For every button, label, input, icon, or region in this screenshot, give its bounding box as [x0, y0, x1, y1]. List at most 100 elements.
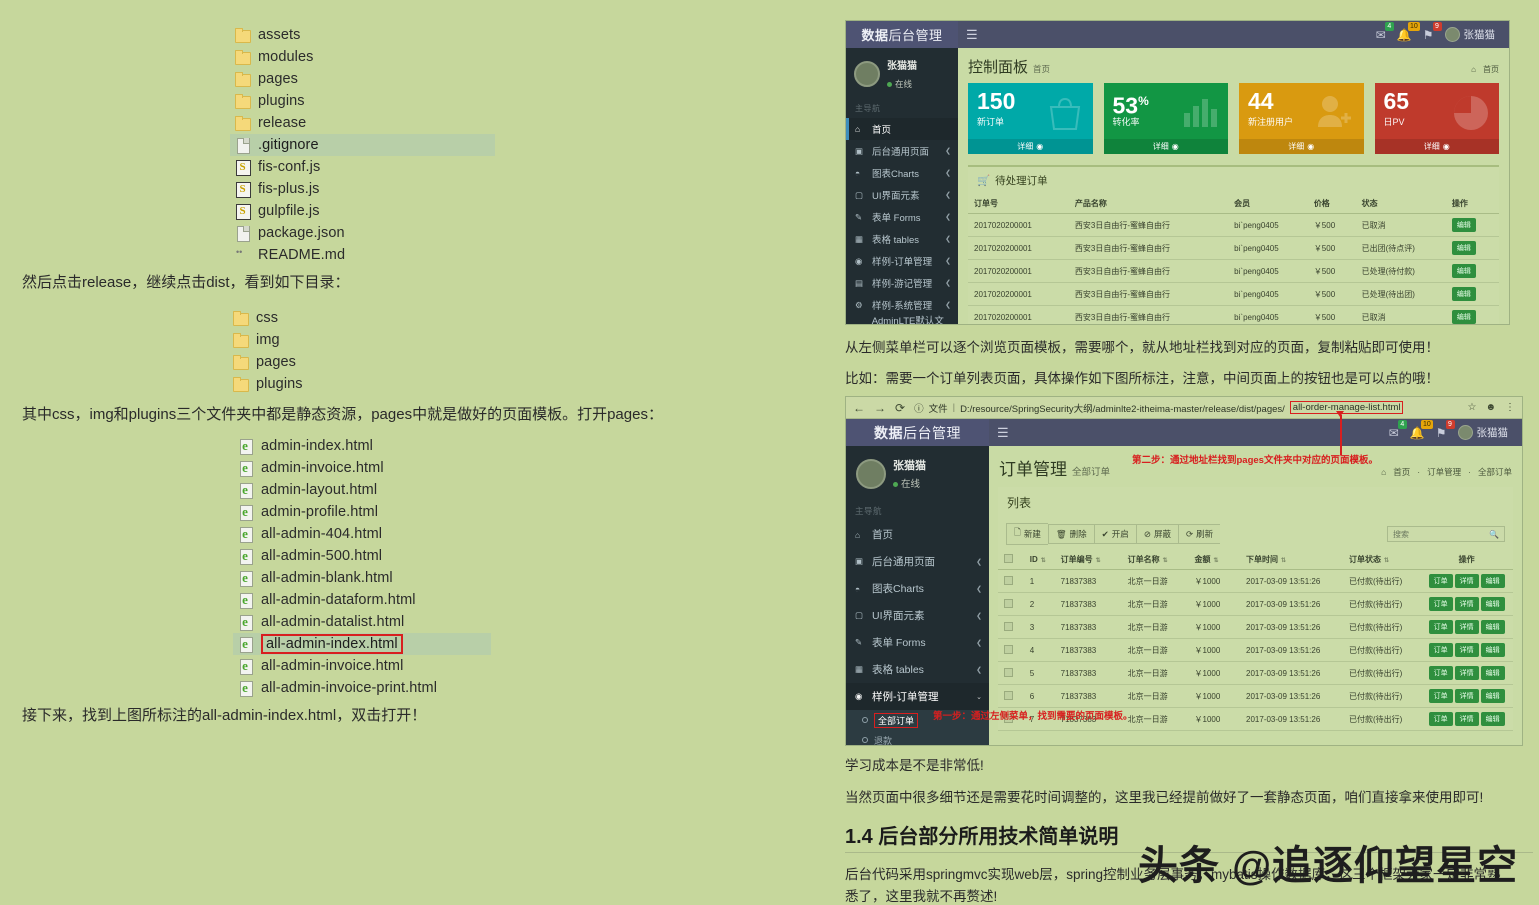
- cell-checkbox[interactable]: [998, 638, 1024, 662]
- table-row[interactable]: 5 71837383 北京一日游 ￥1000 2017-03-09 13:51:…: [998, 661, 1513, 685]
- flag-icon[interactable]: ⚑ 9: [1436, 419, 1455, 440]
- file-row[interactable]: pages: [230, 68, 495, 90]
- th-order-time[interactable]: 下单时间 ⇅: [1240, 550, 1344, 570]
- stat-card-conversion[interactable]: 53% 转化率 详细 ◉: [1103, 83, 1228, 154]
- bell-icon[interactable]: 🔔 10: [1397, 21, 1420, 42]
- dashboard-logo[interactable]: 数据 后台管理: [846, 21, 958, 48]
- file-row[interactable]: all-admin-500.html: [233, 545, 491, 567]
- table-row[interactable]: 3 71837383 北京一日游 ￥1000 2017-03-09 13:51:…: [998, 615, 1513, 639]
- sidebar-item-ui[interactable]: ▢ UI界面元素 ❮: [846, 602, 989, 629]
- navbar-user[interactable]: 张猫猫: [1444, 27, 1495, 42]
- sidebar-item-adminlte-docs[interactable]: ▤ AdminLTE默认文档: [846, 316, 958, 324]
- detail-button[interactable]: 详情: [1454, 712, 1479, 726]
- file-row[interactable]: admin-layout.html: [233, 479, 491, 501]
- order-button[interactable]: 订单: [1428, 666, 1453, 680]
- order-button[interactable]: 订单: [1428, 597, 1453, 611]
- file-row[interactable]: admin-index.html: [233, 435, 491, 457]
- file-row[interactable]: admin-profile.html: [233, 501, 491, 523]
- sidebar-item-home[interactable]: ⌂ 首页: [846, 118, 958, 140]
- file-row-selected[interactable]: .gitignore: [230, 134, 495, 156]
- checkbox-icon[interactable]: [1004, 554, 1013, 563]
- sidebar-item-travel-notes[interactable]: ▤ 样例-游记管理 ❮: [846, 272, 958, 294]
- sidebar-item-charts[interactable]: ◓ 图表Charts ❮: [846, 575, 989, 602]
- edit-button[interactable]: 编辑: [1451, 310, 1476, 324]
- table-row[interactable]: 6 71837383 北京一日游 ￥1000 2017-03-09 13:51:…: [998, 684, 1513, 708]
- file-row[interactable]: all-admin-invoice.html: [233, 655, 491, 677]
- navbar-user[interactable]: 张猫猫: [1457, 425, 1508, 440]
- table-row[interactable]: 2 71837383 北京一日游 ￥1000 2017-03-09 13:51:…: [998, 592, 1513, 616]
- file-row[interactable]: img: [228, 329, 428, 351]
- refresh-button[interactable]: ⟳ 刷新: [1177, 524, 1221, 544]
- cell-checkbox[interactable]: [998, 592, 1024, 616]
- checkbox-icon[interactable]: [1004, 621, 1013, 631]
- detail-button[interactable]: 详情: [1454, 689, 1479, 703]
- back-arrow-icon[interactable]: ←: [853, 401, 865, 415]
- sidebar-user[interactable]: 张猫猫 在线: [846, 446, 989, 500]
- search-input[interactable]: 搜索 🔍: [1387, 526, 1505, 542]
- th-order-name[interactable]: 订单名称 ⇅: [1121, 550, 1189, 570]
- edit-button[interactable]: 编辑: [1480, 620, 1505, 634]
- hamburger-menu-icon[interactable]: ☰: [966, 27, 978, 43]
- block-button[interactable]: ⊘ 屏蔽: [1135, 524, 1178, 544]
- detail-button[interactable]: 详情: [1454, 597, 1479, 611]
- sidebar-item-tables[interactable]: ▦ 表格 tables ❮: [846, 228, 958, 250]
- table-row[interactable]: 2017020200001 西安3日自由行-蜜蜂自由行 bi`peng0405 …: [968, 305, 1499, 324]
- edit-button[interactable]: 编辑: [1480, 597, 1505, 611]
- table-row[interactable]: 2017020200001 西安3日自由行-蜜蜂自由行 bi`peng0405 …: [968, 236, 1499, 260]
- file-row[interactable]: package.json: [230, 222, 495, 244]
- delete-button[interactable]: 🗑 删除: [1047, 524, 1094, 544]
- search-icon[interactable]: 🔍: [1489, 530, 1499, 539]
- flag-icon[interactable]: ⚑ 9: [1423, 21, 1442, 42]
- stat-card-new-users[interactable]: 44 新注册用户 详细 ◉: [1239, 83, 1364, 154]
- order-button[interactable]: 订单: [1428, 574, 1453, 588]
- stat-more-link[interactable]: 详细 ◉: [1239, 139, 1364, 154]
- checkbox-icon[interactable]: [1004, 598, 1013, 608]
- enable-button[interactable]: ✔ 开启: [1093, 524, 1136, 544]
- sidebar-item-tables[interactable]: ▦ 表格 tables ❮: [846, 656, 989, 683]
- profile-icon[interactable]: ☻: [1485, 402, 1496, 413]
- th-order-status[interactable]: 订单状态 ⇅: [1343, 550, 1421, 570]
- file-row[interactable]: fis-plus.js: [230, 178, 495, 200]
- table-row[interactable]: 2017020200001 西安3日自由行-蜜蜂自由行 bi`peng0405 …: [968, 259, 1499, 283]
- sidebar-item-ui[interactable]: ▢ UI界面元素 ❮: [846, 184, 958, 206]
- file-row[interactable]: all-admin-blank.html: [233, 567, 491, 589]
- sidebar-item-common-pages[interactable]: ▣ 后台通用页面 ❮: [846, 140, 958, 162]
- detail-button[interactable]: 详情: [1454, 643, 1479, 657]
- sidebar-subitem-refund[interactable]: 退款: [846, 730, 989, 745]
- table-row[interactable]: 4 71837383 北京一日游 ￥1000 2017-03-09 13:51:…: [998, 638, 1513, 662]
- sidebar-user[interactable]: 张猫猫 在线: [846, 48, 958, 98]
- breadcrumb-home[interactable]: 首页: [1393, 466, 1410, 478]
- order-button[interactable]: 订单: [1428, 620, 1453, 634]
- edit-button[interactable]: 编辑: [1451, 218, 1476, 232]
- checkbox-icon[interactable]: [1004, 690, 1013, 700]
- edit-button[interactable]: 编辑: [1480, 689, 1505, 703]
- address-bar[interactable]: ⓘ 文件 | D:/resource/SpringSecurity大纲/admi…: [914, 401, 1458, 415]
- order-button[interactable]: 订单: [1428, 712, 1453, 726]
- edit-button[interactable]: 编辑: [1451, 241, 1476, 255]
- edit-button[interactable]: 编辑: [1451, 287, 1476, 301]
- mail-icon[interactable]: ✉ 4: [1389, 419, 1407, 440]
- sidebar-item-common-pages[interactable]: ▣ 后台通用页面 ❮: [846, 548, 989, 575]
- stat-more-link[interactable]: 详细 ◉: [1374, 139, 1499, 154]
- file-row[interactable]: all-admin-404.html: [233, 523, 491, 545]
- sidebar-item-forms[interactable]: ✎ 表单 Forms ❮: [846, 206, 958, 228]
- edit-button[interactable]: 编辑: [1480, 574, 1505, 588]
- file-row[interactable]: README.md: [230, 244, 495, 266]
- cell-checkbox[interactable]: [998, 569, 1024, 593]
- file-row[interactable]: all-admin-invoice-print.html: [233, 677, 491, 699]
- order-logo[interactable]: 数据 后台管理: [846, 419, 989, 446]
- th-amount[interactable]: 金额 ⇅: [1188, 550, 1241, 570]
- order-button[interactable]: 订单: [1428, 689, 1453, 703]
- sidebar-item-charts[interactable]: ◓ 图表Charts ❮: [846, 162, 958, 184]
- cell-checkbox[interactable]: [998, 684, 1024, 708]
- stat-card-new-orders[interactable]: 150 新订单 详细 ◉: [968, 83, 1093, 154]
- new-button[interactable]: 🗋 新建: [1006, 523, 1048, 545]
- file-row[interactable]: all-admin-dataform.html: [233, 589, 491, 611]
- breadcrumb-orders[interactable]: 订单管理: [1427, 466, 1461, 478]
- file-row-annotated[interactable]: all-admin-index.html: [233, 633, 491, 655]
- file-row[interactable]: admin-invoice.html: [233, 457, 491, 479]
- table-row[interactable]: 1 71837383 北京一日游 ￥1000 2017-03-09 13:51:…: [998, 569, 1513, 593]
- file-row[interactable]: assets: [230, 24, 495, 46]
- file-row[interactable]: modules: [230, 46, 495, 68]
- checkbox-icon[interactable]: [1004, 575, 1013, 585]
